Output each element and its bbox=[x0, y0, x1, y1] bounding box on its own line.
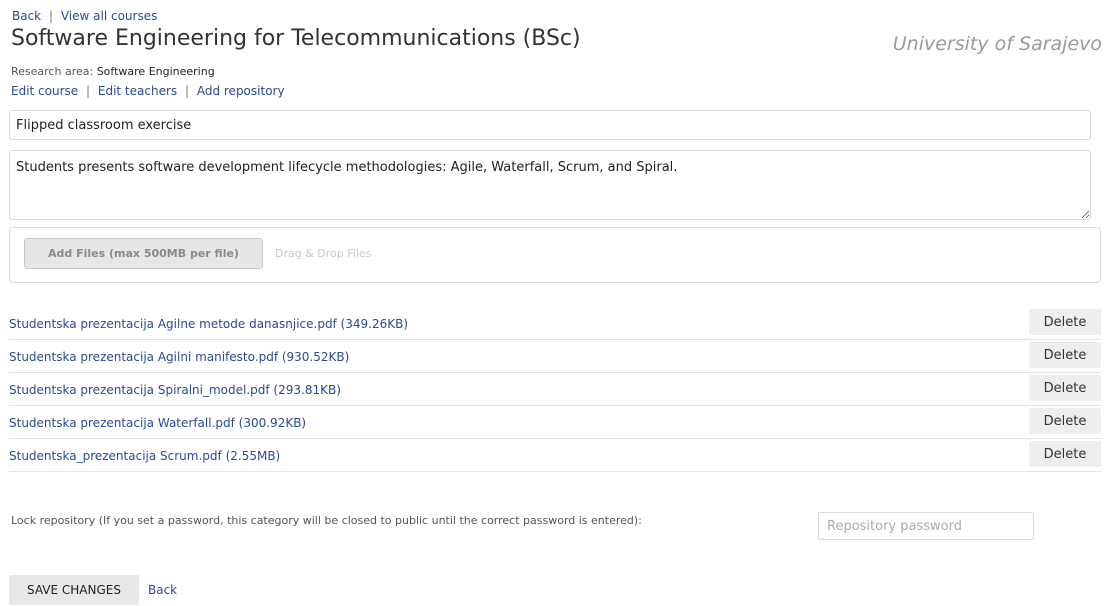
add-repository-link[interactable]: Add repository bbox=[197, 84, 285, 98]
drag-drop-hint: Drag & Drop Files bbox=[275, 247, 372, 260]
file-link[interactable]: Studentska prezentacija Waterfall.pdf (3… bbox=[9, 416, 306, 430]
university-name: University of Sarajevo bbox=[892, 33, 1102, 55]
file-link[interactable]: Studentska prezentacija Agilni manifesto… bbox=[9, 350, 349, 364]
delete-file-button[interactable]: Delete bbox=[1029, 375, 1101, 401]
file-link[interactable]: Studentska prezentacija Spiralni_model.p… bbox=[9, 383, 341, 397]
nav-separator: | bbox=[48, 9, 54, 23]
repository-password-input[interactable] bbox=[818, 512, 1034, 540]
research-area-label: Research area: bbox=[11, 65, 94, 78]
course-title: Software Engineering for Telecommunicati… bbox=[11, 26, 581, 51]
file-row: Studentska prezentacija Spiralni_model.p… bbox=[9, 373, 1101, 406]
file-row: Studentska prezentacija Agilne metode da… bbox=[9, 307, 1101, 340]
save-changes-button[interactable]: SAVE CHANGES bbox=[9, 575, 139, 605]
repository-title-input[interactable] bbox=[9, 110, 1091, 140]
edit-repository-page: Back | View all courses Software Enginee… bbox=[0, 0, 1110, 606]
delete-file-button[interactable]: Delete bbox=[1029, 408, 1101, 434]
edit-teachers-link[interactable]: Edit teachers bbox=[98, 84, 177, 98]
actions-separator: | bbox=[184, 84, 190, 98]
file-link[interactable]: Studentska_prezentacija Scrum.pdf (2.55M… bbox=[9, 449, 280, 463]
top-navigation: Back | View all courses bbox=[12, 9, 157, 23]
file-list: Studentska prezentacija Agilne metode da… bbox=[9, 307, 1101, 472]
repository-description-textarea[interactable]: Students presents software development l… bbox=[9, 150, 1091, 220]
file-link[interactable]: Studentska prezentacija Agilne metode da… bbox=[9, 317, 408, 331]
delete-file-button[interactable]: Delete bbox=[1029, 342, 1101, 368]
research-area-value: Software Engineering bbox=[96, 65, 215, 78]
file-row: Studentska prezentacija Agilni manifesto… bbox=[9, 340, 1101, 373]
file-upload-area[interactable]: Add Files (max 500MB per file) Drag & Dr… bbox=[9, 227, 1101, 283]
course-actions: Edit course | Edit teachers | Add reposi… bbox=[11, 84, 285, 98]
add-files-button[interactable]: Add Files (max 500MB per file) bbox=[24, 238, 263, 269]
back-link[interactable]: Back bbox=[12, 9, 41, 23]
file-row: Studentska_prezentacija Scrum.pdf (2.55M… bbox=[9, 439, 1101, 472]
back-link-bottom[interactable]: Back bbox=[148, 583, 177, 597]
view-all-courses-link[interactable]: View all courses bbox=[61, 9, 158, 23]
edit-course-link[interactable]: Edit course bbox=[11, 84, 78, 98]
delete-file-button[interactable]: Delete bbox=[1029, 309, 1101, 335]
file-row: Studentska prezentacija Waterfall.pdf (3… bbox=[9, 406, 1101, 439]
actions-separator: | bbox=[86, 84, 91, 98]
delete-file-button[interactable]: Delete bbox=[1029, 441, 1101, 467]
research-area: Research area: Software Engineering bbox=[11, 65, 215, 78]
lock-repository-label: Lock repository (If you set a password, … bbox=[11, 514, 642, 527]
